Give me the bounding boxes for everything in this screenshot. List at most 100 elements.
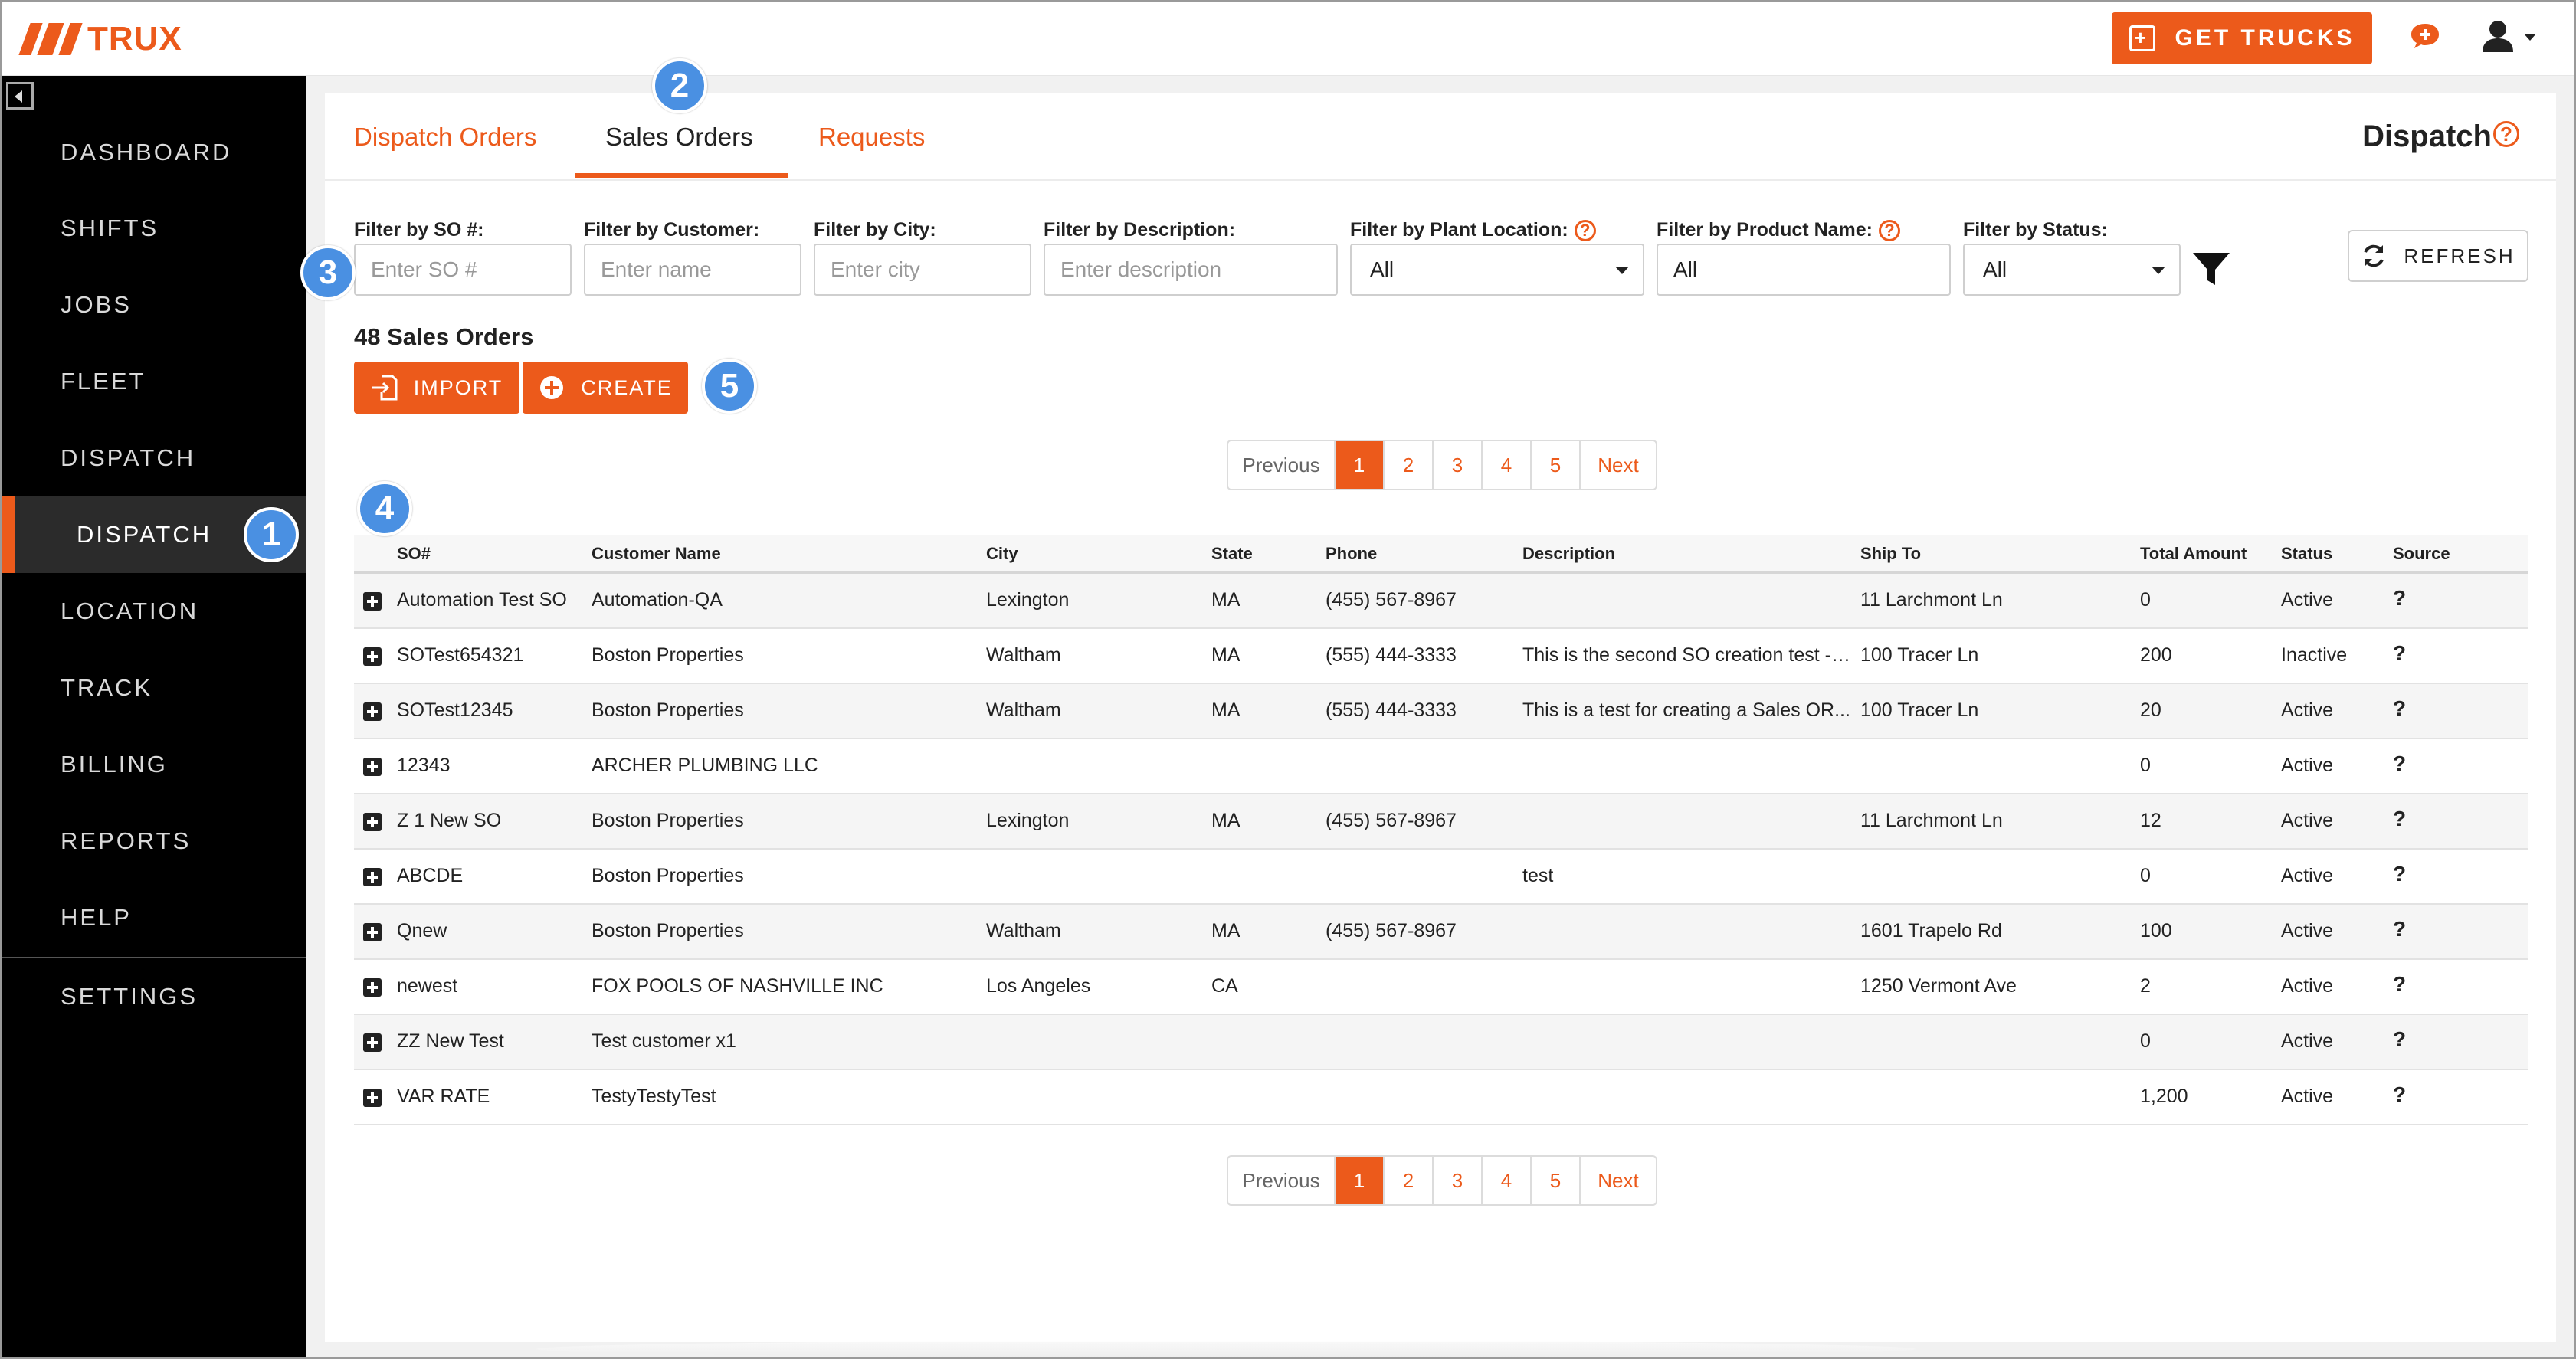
page-button-4[interactable]: 4 (1483, 1157, 1532, 1204)
expand-row-icon[interactable] (363, 1089, 382, 1107)
header-description[interactable]: Description (1522, 544, 1615, 564)
expand-row-icon[interactable] (363, 1033, 382, 1052)
callout-2: 2 (652, 58, 707, 113)
user-icon[interactable] (2481, 18, 2542, 57)
expand-row-icon[interactable] (363, 978, 382, 997)
table-row[interactable]: SOTest654321 Boston Properties Waltham MA (5… (354, 629, 2528, 684)
cell-status: Inactive (2281, 644, 2348, 666)
sales-orders-count: 48 Sales Orders (354, 323, 534, 350)
tab-requests[interactable]: Requests (818, 123, 925, 152)
header-customer-name[interactable]: Customer Name (592, 544, 721, 564)
page-button-1[interactable]: 1 (1336, 1157, 1385, 1204)
so-filter-input[interactable] (354, 244, 572, 296)
source-help-icon[interactable]: ? (2393, 586, 2485, 611)
cell-total: 0 (2140, 589, 2151, 611)
city-filter-input[interactable] (814, 244, 1031, 296)
expand-row-icon[interactable] (363, 647, 382, 666)
source-help-icon[interactable]: ? (2393, 696, 2485, 721)
cell-ship-to: 11 Larchmont Ln (1860, 810, 2003, 831)
chat-icon[interactable] (2409, 21, 2441, 51)
page-button-3[interactable]: 3 (1434, 1157, 1483, 1204)
source-help-icon[interactable]: ? (2393, 862, 2485, 886)
page-button-5[interactable]: 5 (1532, 441, 1581, 489)
filter-funnel-icon[interactable] (2191, 251, 2231, 288)
description-filter-input[interactable] (1044, 244, 1338, 296)
cell-phone: (555) 444-3333 (1326, 699, 1457, 721)
dispatch-help-icon[interactable]: ? (2493, 121, 2519, 147)
sidebar-item-fleet[interactable]: FLEET (2, 343, 306, 420)
header-phone[interactable]: Phone (1326, 544, 1377, 564)
cell-phone: (455) 567-8967 (1326, 589, 1457, 611)
table-row[interactable]: Qnew Boston Properties Waltham MA (455) 567-… (354, 905, 2528, 960)
status-select[interactable]: All (1963, 244, 2181, 296)
sidebar-item-reports[interactable]: REPORTS (2, 803, 306, 879)
page-button-5[interactable]: 5 (1532, 1157, 1581, 1204)
previous-page-button[interactable]: Previous (1228, 1157, 1336, 1204)
page-button-4[interactable]: 4 (1483, 441, 1532, 489)
expand-row-icon[interactable] (363, 758, 382, 776)
sidebar-item-track[interactable]: TRACK (2, 650, 306, 726)
sidebar-item-billing[interactable]: BILLING (2, 726, 306, 803)
table-row[interactable]: SOTest12345 Boston Properties Waltham MA (55… (354, 684, 2528, 739)
previous-page-button[interactable]: Previous (1228, 441, 1336, 489)
customer-filter-input[interactable] (584, 244, 801, 296)
expand-row-icon[interactable] (363, 592, 382, 611)
source-help-icon[interactable]: ? (2393, 1027, 2485, 1052)
table-row[interactable]: VAR RATE TestyTestyTest 1,200 Active? (354, 1070, 2528, 1125)
sidebar-item-settings[interactable]: SETTINGS (2, 958, 306, 1035)
header-ship-to[interactable]: Ship To (1860, 544, 1921, 564)
expand-row-icon[interactable] (363, 702, 382, 721)
expand-row-icon[interactable] (363, 923, 382, 941)
page-button-1[interactable]: 1 (1336, 441, 1385, 489)
page-button-2[interactable]: 2 (1385, 1157, 1434, 1204)
next-page-button[interactable]: Next (1581, 1157, 1656, 1204)
source-help-icon[interactable]: ? (2393, 917, 2485, 941)
source-help-icon[interactable]: ? (2393, 641, 2485, 666)
header-state[interactable]: State (1211, 544, 1253, 564)
source-help-icon[interactable]: ? (2393, 972, 2485, 997)
create-button[interactable]: CREATE (523, 362, 688, 414)
source-help-icon[interactable]: ? (2393, 807, 2485, 831)
cell-state: MA (1211, 810, 1240, 831)
header-status[interactable]: Status (2281, 544, 2332, 564)
product-help-icon[interactable]: ? (1879, 219, 1900, 241)
refresh-button[interactable]: REFRESH (2348, 230, 2528, 282)
plant-help-icon[interactable]: ? (1574, 219, 1596, 241)
table-row[interactable]: Z 1 New SO Boston Properties Lexington MA (4… (354, 794, 2528, 850)
header-so[interactable]: SO# (397, 544, 431, 564)
header-city[interactable]: City (986, 544, 1018, 564)
expand-row-icon[interactable] (363, 813, 382, 831)
collapse-sidebar-icon[interactable] (6, 82, 34, 110)
page-button-3[interactable]: 3 (1434, 441, 1483, 489)
sidebar-item-location[interactable]: LOCATION (2, 573, 306, 650)
sidebar-item-dispatch[interactable]: DISPATCH (2, 420, 306, 496)
page-button-2[interactable]: 2 (1385, 441, 1434, 489)
table-row[interactable]: ZZ New Test Test customer x1 0 Active? (354, 1015, 2528, 1070)
tab-sales-orders[interactable]: Sales Orders (605, 123, 753, 152)
sidebar-item-help[interactable]: HELP (2, 879, 306, 956)
import-button[interactable]: IMPORT (354, 362, 519, 414)
source-help-icon[interactable]: ? (2393, 1082, 2485, 1107)
sidebar-item-jobs[interactable]: JOBS (2, 267, 306, 343)
table-row[interactable]: ABCDE Boston Properties test 0 Active? (354, 850, 2528, 905)
table-row[interactable]: newest FOX POOLS OF NASHVILLE INC Los Ange… (354, 960, 2528, 1015)
product-name-input[interactable] (1657, 244, 1951, 296)
get-trucks-button[interactable]: GET TRUCKS (2112, 12, 2372, 64)
refresh-label: REFRESH (2404, 244, 2515, 267)
header-total-amount[interactable]: Total Amount (2140, 544, 2247, 564)
cell-status: Active (2281, 589, 2334, 611)
source-help-icon[interactable]: ? (2393, 752, 2485, 776)
filter-plant-label: Filter by Plant Location: ? (1350, 219, 1596, 241)
header-source[interactable]: Source (2393, 544, 2450, 564)
table-row[interactable]: 12343 ARCHER PLUMBING LLC 0 Active? (354, 739, 2528, 794)
cell-so: Automation Test SO (397, 589, 567, 611)
trux-logo[interactable]: TRUX (18, 20, 182, 58)
next-page-button[interactable]: Next (1581, 441, 1656, 489)
tab-dispatch-orders[interactable]: Dispatch Orders (354, 123, 536, 152)
sidebar-item-dashboard[interactable]: DASHBOARD (2, 114, 306, 191)
sidebar-item-shifts[interactable]: SHIFTS (2, 190, 306, 267)
plant-location-select[interactable]: All (1350, 244, 1644, 296)
table-row[interactable]: Automation Test SO Automation-QA Lexington… (354, 574, 2528, 629)
expand-row-icon[interactable] (363, 868, 382, 886)
cell-city: Los Angeles (986, 975, 1091, 997)
